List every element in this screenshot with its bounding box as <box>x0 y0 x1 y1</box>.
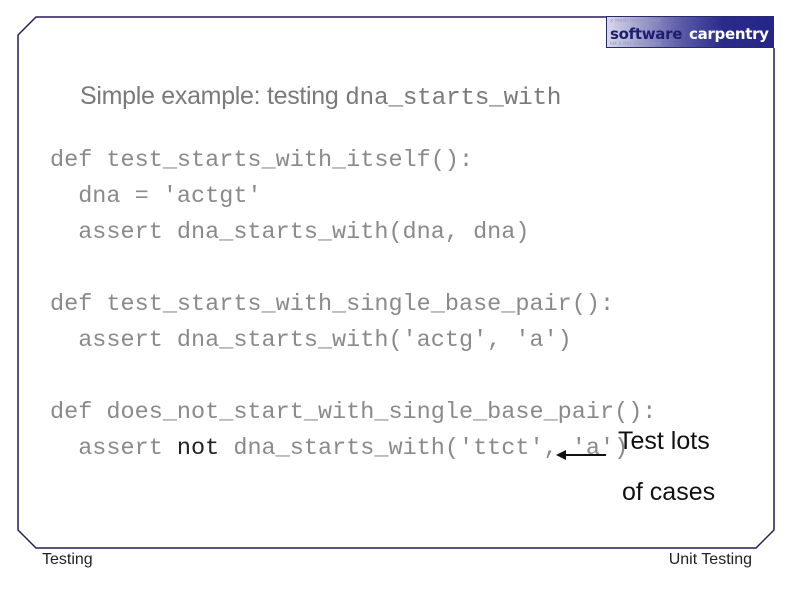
code-segment: dna_starts_with('ttct', 'a') <box>219 435 629 462</box>
code-segment: assert <box>50 435 177 462</box>
code-line: assert not dna_starts_with('ttct', 'a') <box>50 431 656 467</box>
footer-right: Unit Testing <box>668 551 752 568</box>
code-keyword-not: not <box>176 435 220 462</box>
code-line: assert dna_starts_with('actg', 'a') <box>50 327 572 354</box>
slide-title: Simple example: testing dna_starts_with <box>80 82 562 112</box>
software-carpentry-logo: x mesh networkings txt x doc create test… <box>606 16 774 48</box>
logo-word-carpentry: carpentry <box>689 25 769 43</box>
title-code: dna_starts_with <box>345 85 562 112</box>
code-line: def test_starts_with_single_base_pair(): <box>50 291 615 318</box>
callout-text-line1: Test lots <box>618 427 710 455</box>
title-text: Simple example: testing <box>80 82 346 110</box>
logo-word-software: software <box>610 25 683 43</box>
code-line: assert dna_starts_with(dna, dna) <box>50 219 530 246</box>
code-line: def test_starts_with_itself(): <box>50 147 474 174</box>
code-block-1: def test_starts_with_itself(): dna = 'ac… <box>50 143 529 251</box>
code-line: dna = 'actgt' <box>50 183 262 210</box>
callout-text-line2: of cases <box>622 478 716 506</box>
code-line: def does_not_start_with_single_base_pair… <box>50 399 657 426</box>
code-block-3: def does_not_start_with_single_base_pair… <box>50 395 656 467</box>
logo-tagline: x mesh networkings <box>610 18 661 24</box>
footer-left: Testing <box>42 551 93 568</box>
code-block-2: def test_starts_with_single_base_pair():… <box>50 287 614 359</box>
